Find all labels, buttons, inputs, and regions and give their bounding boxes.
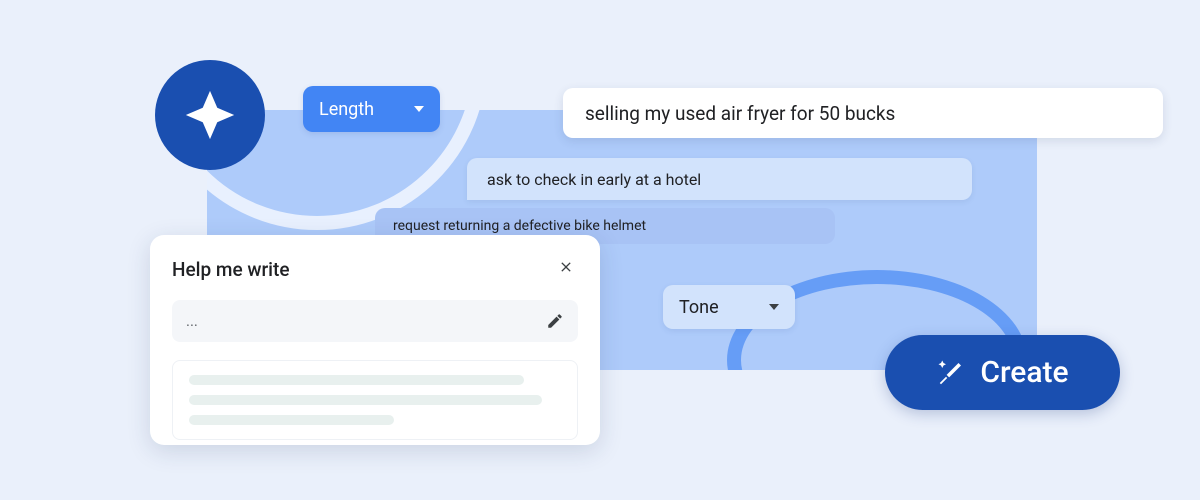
placeholder-line [189,415,394,425]
prompt-placeholder: ... [186,312,198,330]
help-me-write-panel: Help me write ... [150,235,600,445]
tone-dropdown[interactable]: Tone [663,285,795,329]
prompt-text: ask to check in early at a hotel [487,170,701,189]
chevron-down-icon [414,106,424,112]
close-icon [558,259,574,275]
spark-icon [181,86,239,144]
placeholder-line [189,375,524,385]
promo-stage: Length selling my used air fryer for 50 … [0,0,1200,500]
panel-header: Help me write [172,255,578,284]
length-label: Length [319,99,374,120]
output-preview [172,360,578,440]
placeholder-line [189,395,542,405]
close-button[interactable] [554,255,578,284]
pencil-icon [546,312,564,330]
wand-sparkle-icon [936,358,966,388]
chevron-down-icon [769,304,779,310]
length-dropdown[interactable]: Length [303,86,440,132]
prompt-text: selling my used air fryer for 50 bucks [585,102,895,125]
prompt-suggestion-primary[interactable]: selling my used air fryer for 50 bucks [563,88,1163,138]
tone-label: Tone [679,297,719,318]
create-button[interactable]: Create [885,335,1120,410]
create-label: Create [980,355,1068,390]
prompt-suggestion-secondary[interactable]: ask to check in early at a hotel [467,158,972,200]
prompt-input[interactable]: ... [172,300,578,342]
panel-title: Help me write [172,258,290,281]
ai-spark-badge [155,60,265,170]
prompt-text: request returning a defective bike helme… [393,218,646,234]
